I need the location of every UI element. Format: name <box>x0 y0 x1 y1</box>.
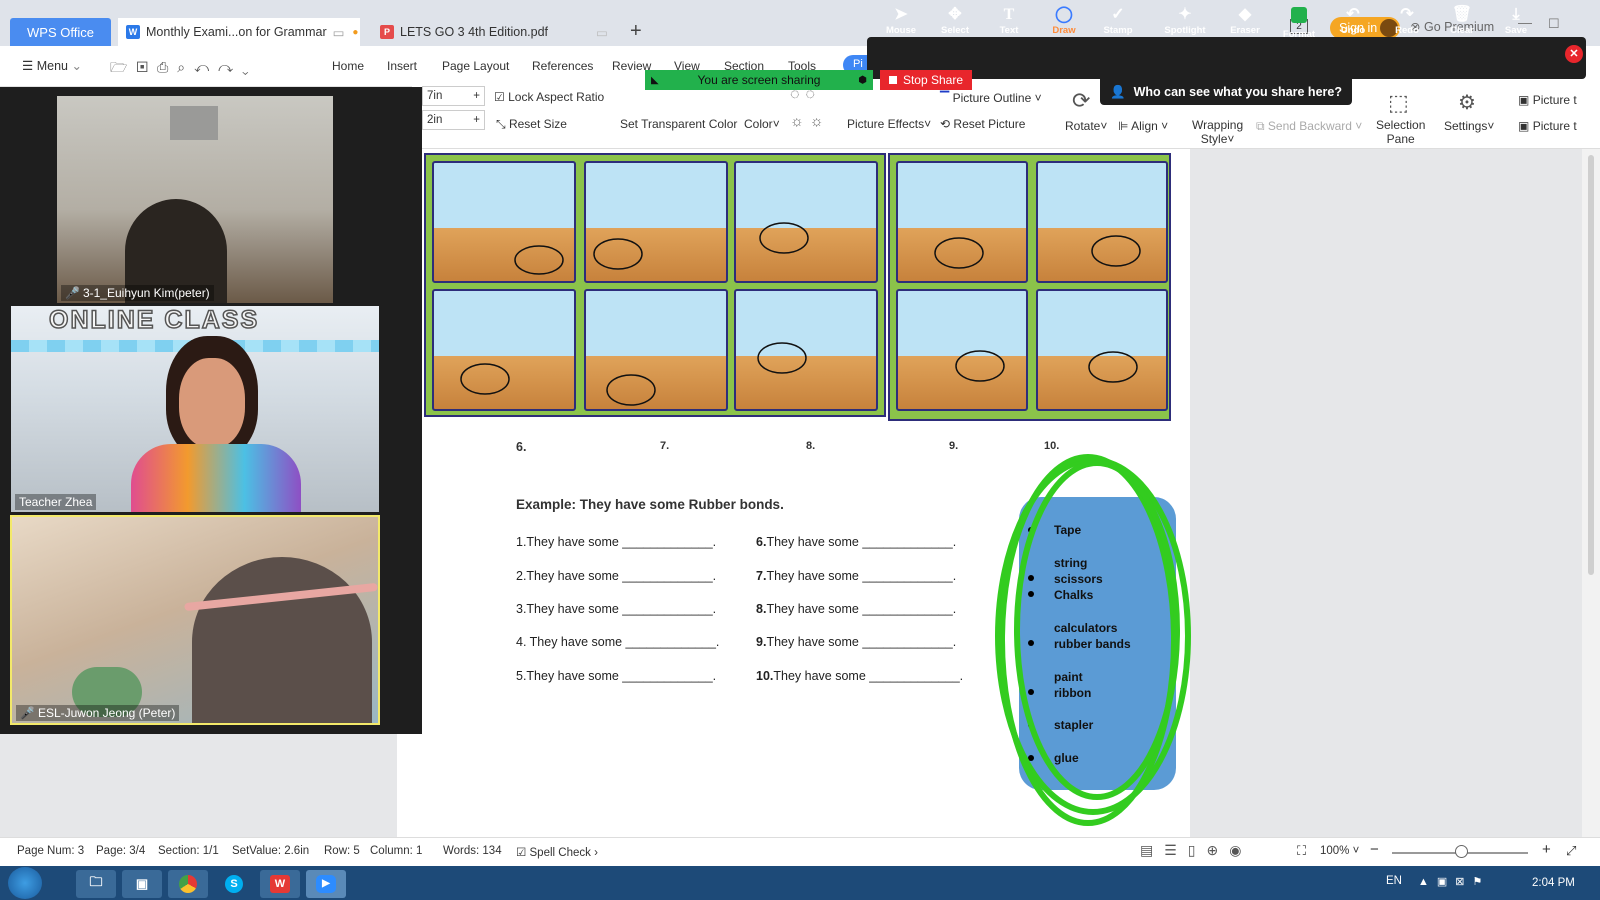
participant-video-1[interactable]: 🎤 3-1_Euihyun Kim(peter) <box>57 96 333 303</box>
ceiling-vent <box>170 106 218 140</box>
tray-icons[interactable]: ▲▣⊠⚑ <box>1418 875 1490 888</box>
participant-face <box>179 358 245 448</box>
participant-name-tag: Teacher Zhea <box>15 494 97 510</box>
status-words[interactable]: Words: 134 <box>443 845 502 857</box>
status-column[interactable]: Column: 1 <box>370 845 422 857</box>
spell-check-button[interactable]: ☑ Spell Check › <box>516 845 598 859</box>
zoom-in-icon[interactable]: + <box>1542 841 1551 858</box>
skype-icon[interactable]: S <box>214 870 254 898</box>
participant-video-2[interactable]: ONLINE CLASS Teacher Zhea <box>11 306 379 512</box>
status-row[interactable]: Row: 5 <box>324 845 360 857</box>
participant-name-tag: 🎤 3-1_Euihyun Kim(peter) <box>61 285 214 301</box>
participant-name-tag: 🎤 ESL-Juwon Jeong (Peter) <box>16 705 180 721</box>
app-icon[interactable]: ▣ <box>122 870 162 898</box>
mic-muted-icon: 🎤 <box>20 706 35 720</box>
participant-name: 3-1_Euihyun Kim(peter) <box>82 286 210 300</box>
status-set-value[interactable]: SetValue: 2.6in <box>232 845 309 857</box>
fullscreen-icon[interactable]: ⤢ <box>1566 843 1576 859</box>
status-page[interactable]: Page: 3/4 <box>96 845 145 857</box>
mic-muted-icon: 🎤 <box>65 286 80 300</box>
online-class-banner: ONLINE CLASS <box>48 306 260 335</box>
status-page-num[interactable]: Page Num: 3 <box>17 845 84 857</box>
spell-check-icon: ☑ <box>516 847 527 859</box>
zoom-app-icon[interactable]: ▶ <box>306 870 346 898</box>
zoom-out-icon[interactable]: − <box>1370 841 1379 858</box>
participant-head <box>192 557 372 723</box>
language-indicator[interactable]: EN <box>1386 875 1402 887</box>
zoom-slider-thumb[interactable] <box>1455 845 1468 858</box>
wps-icon[interactable]: W <box>260 870 300 898</box>
file-explorer-icon[interactable]: 🗀 <box>76 870 116 898</box>
spell-check-label: Spell Check <box>529 847 591 859</box>
start-button[interactable] <box>8 867 42 899</box>
participant-name: Teacher Zhea <box>19 495 93 509</box>
participant-name: ESL-Juwon Jeong (Peter) <box>37 706 176 720</box>
participant-tie-dye-shirt <box>131 444 301 512</box>
zoom-level[interactable]: 100% ˅ <box>1320 845 1359 857</box>
zoom-value: 100% <box>1320 845 1350 857</box>
green-annotation-ovals <box>995 454 1191 826</box>
status-section[interactable]: Section: 1/1 <box>158 845 219 857</box>
clock[interactable]: 2:04 PM <box>1532 877 1575 889</box>
view-mode-icons[interactable]: ▤☰▯⊕◉ <box>1140 842 1252 859</box>
participant-video-3[interactable]: 🎤 ESL-Juwon Jeong (Peter) <box>10 515 380 725</box>
fit-page-icon[interactable]: ⛶ <box>1297 843 1306 859</box>
black-annotation-circles <box>460 222 1141 406</box>
chrome-icon[interactable] <box>168 870 208 898</box>
